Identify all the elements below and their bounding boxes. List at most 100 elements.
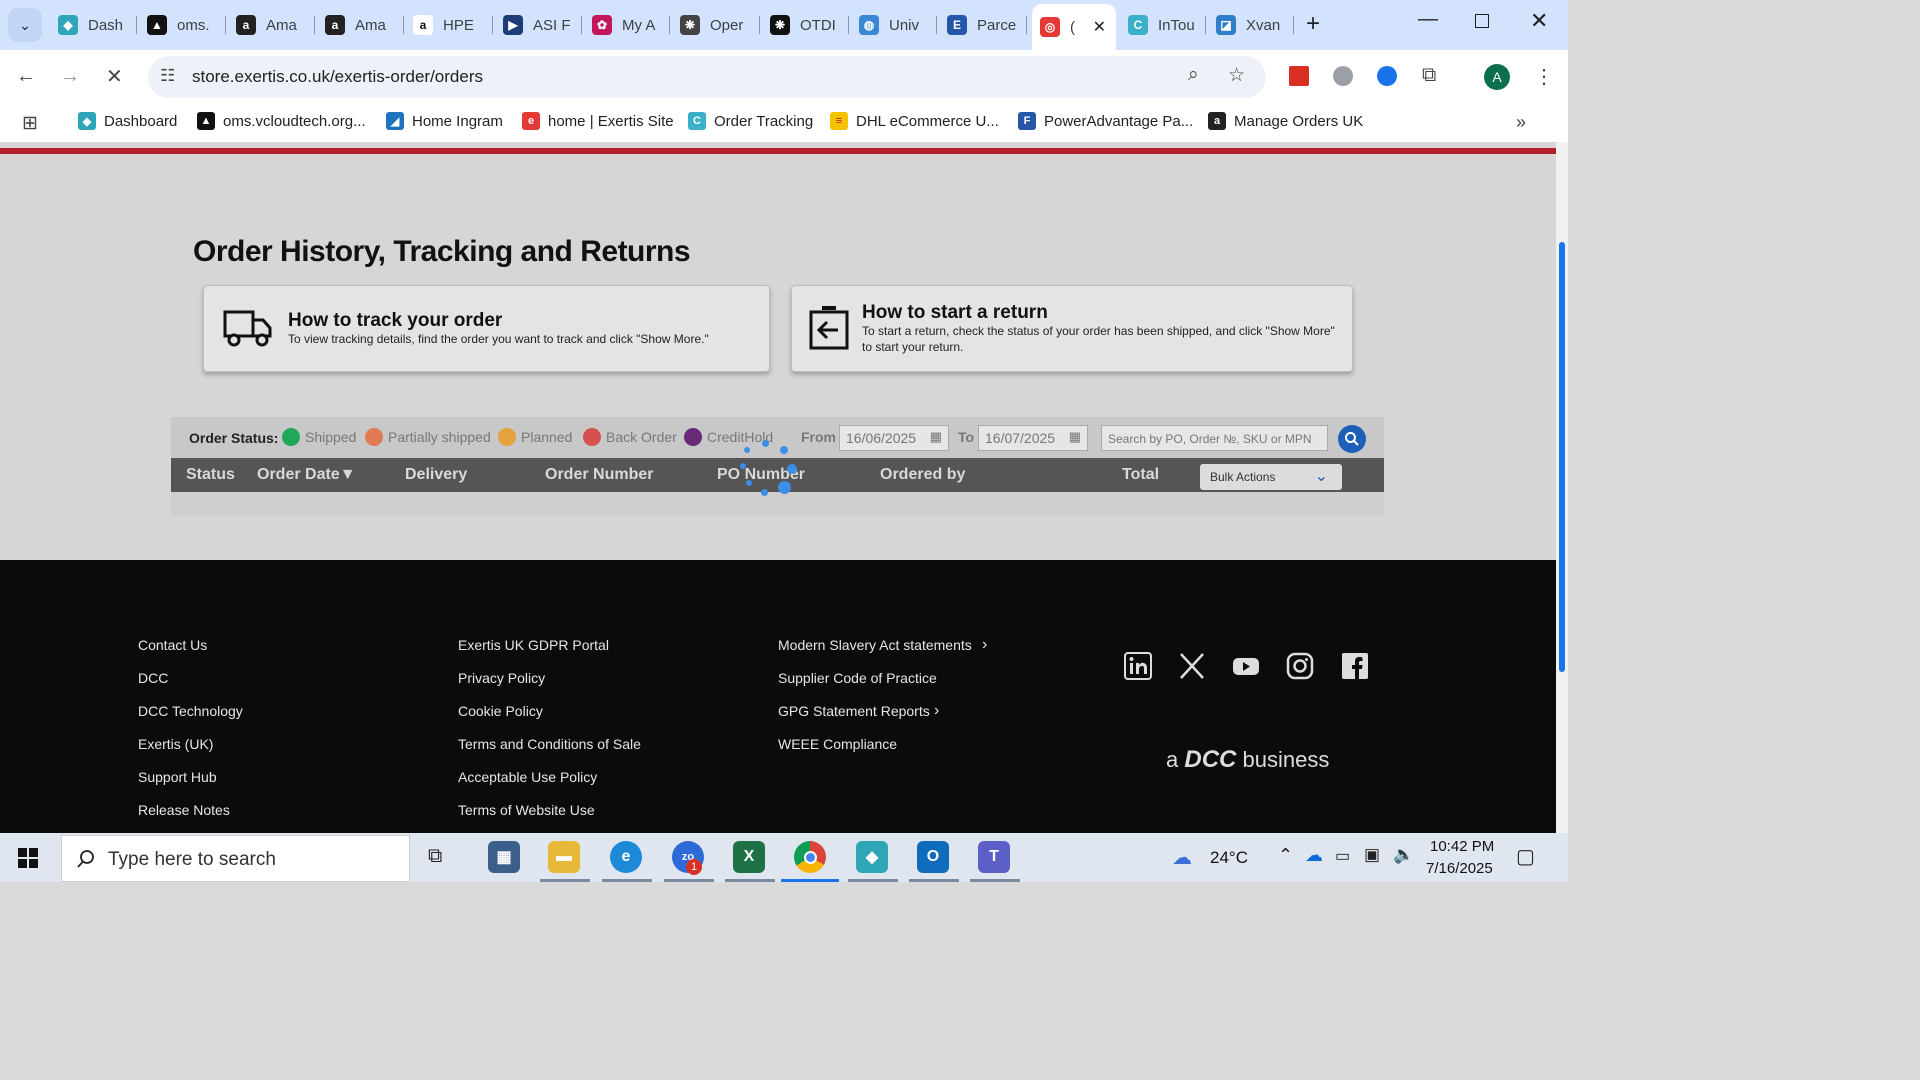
column-status[interactable]: Status <box>186 466 235 484</box>
footer-link[interactable]: Terms and Conditions of Sale <box>458 736 641 752</box>
network-icon[interactable]: ▣ <box>1364 845 1380 865</box>
status-filter-item[interactable]: CreditHold <box>684 428 773 446</box>
notification-icon[interactable]: ▢ <box>1516 844 1535 869</box>
volume-icon[interactable]: 🔈 <box>1393 845 1414 865</box>
footer-link[interactable]: Contact Us <box>138 637 207 653</box>
column-delivery[interactable]: Delivery <box>405 466 467 484</box>
browser-tab[interactable]: ▶ ASI F <box>495 6 582 44</box>
browser-tab[interactable]: ▲ oms. <box>139 6 226 44</box>
browser-tab[interactable]: ❋ OTDI <box>762 6 849 44</box>
search-button[interactable] <box>1338 425 1366 453</box>
browser-tab[interactable]: ◪ Xvan <box>1208 6 1294 44</box>
footer-link[interactable]: Exertis (UK) <box>138 736 213 752</box>
browser-tab[interactable]: ❋ Oper <box>672 6 760 44</box>
footer-link[interactable]: Support Hub <box>138 769 217 785</box>
bookmark-item[interactable]: e home | Exertis Site <box>522 112 674 130</box>
outlook-icon[interactable]: O <box>917 841 949 873</box>
footer-link[interactable]: DCC <box>138 670 168 686</box>
browser-tab[interactable]: a Ama <box>317 6 404 44</box>
browser-tab[interactable]: ◍ Univ <box>851 6 937 44</box>
minimize-button[interactable]: — <box>1418 8 1438 31</box>
page-scrollbar[interactable] <box>1556 142 1568 833</box>
bookmark-item[interactable]: ◢ Home Ingram <box>386 112 503 130</box>
pdf-extension-icon[interactable] <box>1289 66 1309 86</box>
clock-time[interactable]: 10:42 PM <box>1430 838 1494 855</box>
menu-icon[interactable]: ⋮ <box>1534 64 1554 89</box>
app-hex-icon[interactable]: ◆ <box>856 841 888 873</box>
browser-tab[interactable]: a Ama <box>228 6 315 44</box>
column-order-date[interactable]: Order Date▼ <box>257 466 356 484</box>
clock-date[interactable]: 7/16/2025 <box>1426 860 1493 877</box>
tab-active[interactable]: ◎ (✕ <box>1032 4 1116 50</box>
site-settings-icon[interactable]: ☷ <box>160 66 175 86</box>
status-filter-item[interactable]: Back Order <box>583 428 677 446</box>
apps-grid-icon[interactable]: ⊞ <box>22 112 38 135</box>
column-total[interactable]: Total <box>1122 466 1159 484</box>
browser-tab[interactable]: ✿ My A <box>584 6 670 44</box>
footer-link[interactable]: DCC Technology <box>138 703 243 719</box>
globe-extension-icon[interactable] <box>1333 66 1353 86</box>
bookmark-item[interactable]: a Manage Orders UK <box>1208 112 1363 130</box>
restore-button[interactable] <box>1475 14 1489 28</box>
zoom-icon[interactable]: ⌕ <box>1188 64 1199 86</box>
column-order-number[interactable]: Order Number <box>545 466 653 484</box>
footer-link[interactable]: WEEE Compliance <box>778 736 897 752</box>
bookmark-item[interactable]: F PowerAdvantage Pa... <box>1018 112 1193 130</box>
puzzle-extension-icon[interactable] <box>1377 66 1397 86</box>
teams-icon[interactable]: T <box>978 841 1010 873</box>
to-date-input[interactable]: 16/07/2025 ▦ <box>978 425 1088 451</box>
status-filter-item[interactable]: Partially shipped <box>365 428 491 446</box>
bookmark-item[interactable]: ▲ oms.vcloudtech.org... <box>197 112 366 130</box>
browser-tab[interactable]: ◆ Dash <box>50 6 137 44</box>
onedrive-icon[interactable]: ☁ <box>1305 845 1323 866</box>
linkedin-icon[interactable] <box>1124 652 1152 680</box>
youtube-icon[interactable] <box>1232 652 1260 680</box>
column-ordered-by[interactable]: Ordered by <box>880 466 965 484</box>
new-tab-button[interactable]: + <box>1306 10 1320 38</box>
bookmark-item[interactable]: C Order Tracking <box>688 112 813 130</box>
close-tab-icon[interactable]: ✕ <box>1093 17 1106 37</box>
scrollbar-thumb[interactable] <box>1559 242 1565 672</box>
instagram-icon[interactable] <box>1286 652 1314 680</box>
taskbar-search-box[interactable]: Type here to search <box>61 835 410 882</box>
browser-tab[interactable]: E Parce <box>939 6 1027 44</box>
bookmark-item[interactable]: ◆ Dashboard <box>78 112 177 130</box>
browser-tab[interactable]: a HPE <box>405 6 493 44</box>
windows-start-icon[interactable] <box>18 848 38 868</box>
forward-button[interactable]: → <box>60 65 80 88</box>
chevron-up-icon[interactable]: ⌃ <box>1278 845 1293 866</box>
order-search-input[interactable]: Search by PO, Order №, SKU or MPN <box>1101 425 1328 451</box>
back-button[interactable]: ← <box>16 65 36 88</box>
facebook-icon[interactable] <box>1341 652 1369 680</box>
url-text[interactable]: store.exertis.co.uk/exertis-order/orders <box>192 67 483 87</box>
excel-icon[interactable]: X <box>733 841 765 873</box>
file-explorer-icon[interactable]: ▬ <box>548 841 580 873</box>
footer-link[interactable]: Acceptable Use Policy <box>458 769 597 785</box>
status-filter-item[interactable]: Shipped <box>282 428 356 446</box>
footer-link[interactable]: Terms of Website Use <box>458 802 595 818</box>
footer-link[interactable]: Modern Slavery Act statements <box>778 637 972 653</box>
profile-avatar[interactable]: A <box>1484 64 1510 90</box>
calculator-icon[interactable]: ▦ <box>488 841 520 873</box>
bookmark-item[interactable]: ≡ DHL eCommerce U... <box>830 112 999 130</box>
tab-search-button[interactable]: ⌄ <box>8 8 42 42</box>
browser-tab[interactable]: C InTou <box>1120 6 1206 44</box>
weather-icon[interactable]: ☁ <box>1172 845 1192 870</box>
calendar-icon[interactable]: ▦ <box>930 429 942 445</box>
weather-temp[interactable]: 24°C <box>1210 848 1248 868</box>
close-window-button[interactable]: ✕ <box>1530 8 1548 34</box>
chrome-icon[interactable] <box>794 841 826 873</box>
bulk-actions-dropdown[interactable]: Bulk Actions ⌄ <box>1200 464 1342 490</box>
from-date-input[interactable]: 16/06/2025 ▦ <box>839 425 949 451</box>
stop-loading-button[interactable]: ✕ <box>106 64 123 89</box>
footer-link[interactable]: GPG Statement Reports <box>778 703 930 719</box>
footer-link[interactable]: Privacy Policy <box>458 670 545 686</box>
footer-link[interactable]: Exertis UK GDPR Portal <box>458 637 609 653</box>
extensions-icon[interactable]: ⧉ <box>1422 64 1436 87</box>
calendar-icon[interactable]: ▦ <box>1069 429 1081 445</box>
footer-link[interactable]: Cookie Policy <box>458 703 543 719</box>
task-view-icon[interactable]: ⧉ <box>428 845 442 868</box>
edge-icon[interactable]: e <box>610 841 642 873</box>
battery-icon[interactable]: ▭ <box>1335 846 1350 866</box>
status-filter-item[interactable]: Planned <box>498 428 572 446</box>
